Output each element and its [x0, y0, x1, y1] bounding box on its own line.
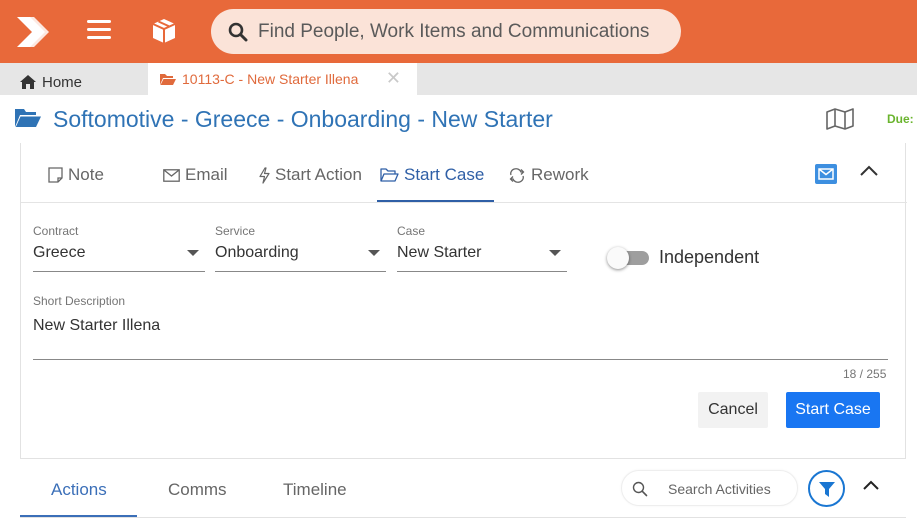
action-tabs: Note Email Start Action Start Case Rewor…	[21, 143, 907, 203]
page-header: Softomotive - Greece - Onboarding - New …	[0, 95, 917, 143]
tab-start-action-label: Start Action	[275, 165, 362, 184]
lightning-icon	[259, 166, 270, 184]
rework-icon	[509, 167, 525, 183]
short-description-value: New Starter Illena	[33, 317, 161, 334]
service-label: Service	[215, 224, 256, 238]
toggle-knob	[607, 247, 629, 269]
tab-work-item[interactable]: 10113-C - New Starter Illena ✕	[148, 63, 417, 95]
tab-home-label: Home	[42, 73, 83, 91]
tab-note-label: Note	[68, 165, 104, 184]
contract-select[interactable]: Greece	[33, 240, 205, 272]
tab-close-icon[interactable]: ✕	[386, 68, 401, 89]
search-icon	[228, 22, 248, 42]
filter-icon	[819, 482, 835, 497]
folder-open-icon	[15, 109, 41, 127]
contract-label: Contract	[33, 224, 79, 238]
chevron-up-icon[interactable]	[859, 165, 879, 177]
tab-home[interactable]: Home	[20, 72, 82, 92]
search-icon	[632, 481, 648, 497]
activity-panel: Actions Comms Timeline	[20, 462, 906, 518]
map-icon[interactable]	[826, 108, 854, 130]
start-case-panel: Note Email Start Action Start Case Rewor…	[20, 143, 907, 459]
email-panel-icon[interactable]	[815, 164, 837, 184]
tab-start-case[interactable]: Start Case	[380, 165, 484, 185]
active-tab-indicator	[20, 515, 137, 517]
tab-actions[interactable]: Actions	[51, 480, 107, 500]
global-search[interactable]	[211, 9, 681, 54]
activity-search-input[interactable]	[668, 479, 793, 499]
tab-comms[interactable]: Comms	[168, 480, 227, 500]
tab-start-action[interactable]: Start Action	[259, 165, 362, 185]
short-description-label: Short Description	[33, 294, 126, 308]
tab-strip: Home 10113-C - New Starter Illena ✕	[0, 63, 917, 95]
cube-icon[interactable]	[150, 17, 178, 45]
tab-rework[interactable]: Rework	[508, 165, 589, 185]
app-logo-icon[interactable]	[14, 14, 50, 50]
home-icon	[20, 75, 36, 89]
global-search-input[interactable]	[258, 17, 668, 47]
chevron-down-icon	[187, 250, 199, 256]
filter-button[interactable]	[808, 470, 845, 507]
cancel-button[interactable]: Cancel	[698, 392, 768, 428]
top-bar	[0, 0, 917, 63]
case-value: New Starter	[397, 244, 482, 261]
page-title: Softomotive - Greece - Onboarding - New …	[53, 106, 553, 132]
activity-search[interactable]	[621, 470, 798, 506]
tab-work-item-label: 10113-C - New Starter Illena	[182, 71, 359, 87]
tab-rework-label: Rework	[531, 165, 589, 184]
chevron-down-icon	[549, 250, 561, 256]
active-tab-indicator	[377, 200, 494, 202]
folder-open-icon	[380, 168, 399, 182]
start-case-button[interactable]: Start Case	[786, 392, 880, 428]
due-label: Due:	[887, 112, 914, 126]
case-select[interactable]: New Starter	[397, 240, 567, 272]
chevron-up-icon[interactable]	[862, 480, 880, 491]
tab-note[interactable]: Note	[48, 165, 104, 185]
envelope-icon	[163, 168, 180, 182]
tab-email[interactable]: Email	[163, 165, 228, 185]
character-counter: 18 / 255	[843, 367, 887, 381]
short-description-input[interactable]: New Starter Illena	[33, 315, 888, 360]
service-value: Onboarding	[215, 244, 299, 261]
independent-label: Independent	[659, 247, 760, 267]
note-icon	[48, 167, 63, 183]
independent-toggle[interactable]	[607, 247, 651, 269]
menu-icon[interactable]	[87, 20, 111, 42]
tab-start-case-label: Start Case	[404, 165, 485, 184]
tab-email-label: Email	[185, 165, 228, 184]
tab-timeline[interactable]: Timeline	[283, 480, 347, 500]
case-label: Case	[397, 224, 426, 238]
chevron-down-icon	[368, 250, 380, 256]
service-select[interactable]: Onboarding	[215, 240, 386, 272]
folder-open-icon	[160, 73, 176, 85]
contract-value: Greece	[33, 244, 86, 261]
